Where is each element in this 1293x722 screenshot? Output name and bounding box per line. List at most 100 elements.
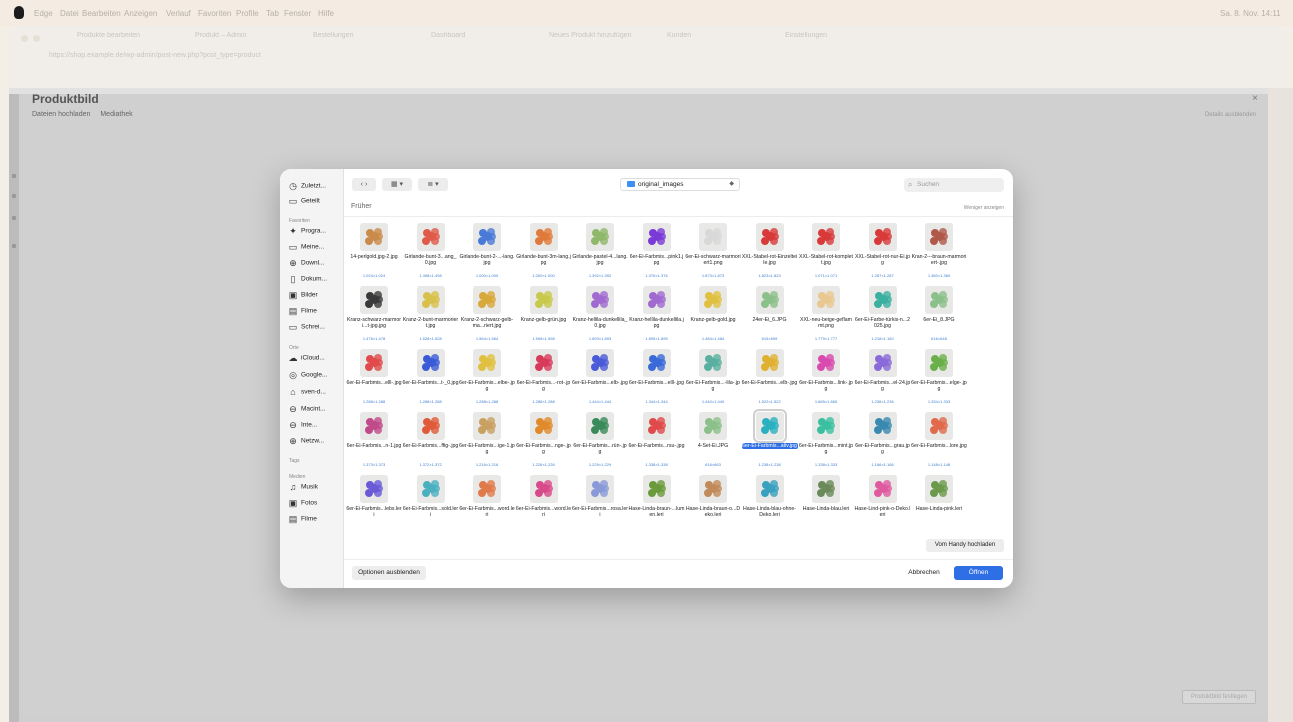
file-item[interactable]: 14-perlgold.jpg-2.jpg 1.024×1.024 xyxy=(346,221,402,285)
file-item[interactable]: Girlande-bunt-2-...-lang.jpg 1.000×1.000 xyxy=(459,221,515,285)
sidebar-item-internal[interactable]: ⊖ Inte... xyxy=(288,420,342,434)
browser-tab[interactable]: Neues Produkt hinzufügen xyxy=(541,32,659,39)
sidebar-item-films[interactable]: ▤ Filme xyxy=(288,514,342,528)
sidebar-item-documents[interactable]: ▯ Dokum... xyxy=(288,274,342,288)
file-item[interactable]: 4-Set-Ei.JPG 616×663 xyxy=(685,410,741,474)
sidebar-item-home[interactable]: ⌂ sven-d... xyxy=(288,387,342,401)
file-item[interactable]: Kranz-gelb-gold.jpg 1.484×1.484 xyxy=(685,284,741,348)
details-toggle-link[interactable]: Details ausblenden xyxy=(1205,112,1256,118)
apple-icon[interactable] xyxy=(14,6,24,19)
upload-from-phone-button[interactable]: Vom Handy hochladen xyxy=(926,539,1004,552)
file-item[interactable]: Hase-Linda-pink.leri xyxy=(911,473,967,537)
sidebar-item-icloud[interactable]: ☁ iCloud... xyxy=(288,353,342,367)
set-image-button[interactable]: Produktbild festlegen xyxy=(1182,690,1256,704)
file-item[interactable]: 6er-Ei-Farbmis...ativ.jpg 1.238×1.238 xyxy=(741,409,798,474)
file-item[interactable]: 6er-Ei-Farbmis...nge-.jpg 1.226×1.226 xyxy=(516,410,572,474)
file-item[interactable]: 6er-Ei-Farbmis...ige-1.jpg 1.216×1.216 xyxy=(459,410,515,474)
sidebar-item-network[interactable]: ⊕ Netzw... xyxy=(288,436,342,450)
sidebar-item-desktop[interactable]: ▭ Schrei... xyxy=(288,322,342,336)
file-item[interactable]: 24er-Ei_6.JPG 615×659 xyxy=(742,284,798,348)
sidebar-item-macintosh[interactable]: ⊖ Macint... xyxy=(288,404,342,418)
admin-menu-icon[interactable] xyxy=(12,194,16,198)
folder-path-select[interactable]: original_images ◆ xyxy=(620,178,740,191)
chevron-left-icon[interactable]: ‹ xyxy=(361,181,363,188)
file-item[interactable]: 6er-Ei-Farbmis...t-_0.jpg 1.288×1.288 xyxy=(403,347,459,411)
file-item[interactable]: 6er-Ei-Farbmis...link-.jpg 1.665×1.665 xyxy=(798,347,854,411)
file-item[interactable]: 6er-Ei_8.JPG 616×648 xyxy=(911,284,967,348)
sidebar-item-programs[interactable]: ✦ Progra... xyxy=(288,226,342,240)
file-item[interactable]: Kranz-gelb-grün.jpg 1.598×1.598 xyxy=(516,284,572,348)
file-item[interactable]: 6er-Ei-Farbmis...pink1.jpg 1.376×1.376 xyxy=(629,221,685,285)
file-item[interactable]: 6er-Ei-Farbmis...rsu-.jpg 1.338×1.338 xyxy=(629,410,685,474)
file-item[interactable]: Kranz-hellila-dunkellila.jpg 1.895×1.895 xyxy=(629,284,685,348)
browser-tab[interactable]: Einstellungen xyxy=(777,32,895,39)
file-item[interactable]: 6er-Ei-Farbmis...sold.leri xyxy=(403,473,459,537)
file-item[interactable]: Hase-Linda-blau-ohne-Deko.leri xyxy=(742,473,798,537)
browser-tab[interactable]: Bestellungen xyxy=(305,32,423,39)
group-button[interactable]: ≣ ▾ xyxy=(418,178,448,191)
file-item[interactable]: 6er-Ei-Farbmis...rün-.jpg 1.229×1.229 xyxy=(572,410,628,474)
admin-menu-icon[interactable] xyxy=(12,244,16,248)
file-item[interactable]: Kranz-hellila-dunkellila_0.jpg 1.893×1.89… xyxy=(572,284,628,348)
sidebar-item-google-drive[interactable]: ◎ Google... xyxy=(288,370,342,384)
browser-tab[interactable]: Produkt – Admin xyxy=(187,32,305,39)
file-item[interactable]: 6er-Ei-Farbmis...-lila-.jpg 1.440×1.440 xyxy=(685,347,741,411)
file-item[interactable]: Kranz-2-schwarz-gelb-ma...riert.jpg 1.564… xyxy=(459,284,515,348)
tab-upload[interactable]: Dateien hochladen xyxy=(32,111,90,118)
admin-menu-icon[interactable] xyxy=(12,216,16,220)
file-item[interactable]: 6er-Ei-Farbmis...elbe-.jpg 1.288×1.288 xyxy=(459,347,515,411)
file-item[interactable]: 6er-Ei-Farbmis...lore.jpg 1.148×1.148 xyxy=(911,410,967,474)
file-item[interactable]: 6er-Ei-Farbmis...grau.jpg 1.166×1.166 xyxy=(855,410,911,474)
file-item[interactable]: Hase-Linda-braun-...lumen.leri xyxy=(629,473,685,537)
file-item[interactable]: Girlande-bunt-3...ang_0.jpg 1.498×1.498 xyxy=(403,221,459,285)
cancel-button[interactable]: Abbrechen xyxy=(899,566,949,580)
file-item[interactable]: 6er-Ei-Farbmis...elb-.jpg 1.522×1.522 xyxy=(742,347,798,411)
file-item[interactable]: 6er-Ei-Farbmis...elll-.jpg 1.344×1.344 xyxy=(629,347,685,411)
hide-options-button[interactable]: Optionen ausblenden xyxy=(352,566,426,580)
search-input[interactable]: Suchen xyxy=(904,178,1004,192)
file-item[interactable]: Girlande-bunt-3m-lang.jpg 1.000×1.000 xyxy=(516,221,572,285)
open-button[interactable]: Öffnen xyxy=(954,566,1003,580)
address-bar[interactable]: https://shop.example.de/wp-admin/post-ne… xyxy=(49,52,449,62)
file-item[interactable]: 6er-Ei-Farbmis...mint.jpg 1.338×1.333 xyxy=(798,410,854,474)
file-item[interactable]: 6er-Ei-Farbmis...word.leri xyxy=(459,473,515,537)
chevron-right-icon[interactable]: › xyxy=(365,181,367,188)
sidebar-item-movies[interactable]: ▤ Filme xyxy=(288,306,342,320)
menu-item-window[interactable]: Fenster xyxy=(284,9,311,18)
file-item[interactable]: Kran-2---braun-marmoriert-.jpg 1.360×1.36… xyxy=(911,221,967,285)
sidebar-item-my-folder[interactable]: ▭ Meine... xyxy=(288,242,342,256)
window-close-icon[interactable] xyxy=(21,35,28,42)
menu-item-history[interactable]: Verlauf xyxy=(166,9,191,18)
back-forward-buttons[interactable]: ‹ › xyxy=(352,178,376,191)
browser-tab[interactable]: Dashboard xyxy=(423,32,541,39)
window-minimize-icon[interactable] xyxy=(33,35,40,42)
file-item[interactable]: 6er-Ei-Farbmis...-rot-.jpg 1.288×1.288 xyxy=(516,347,572,411)
file-item[interactable]: Hase-Linda-blau.leri xyxy=(798,473,854,537)
file-item[interactable]: XXL-Stabel-rot-komplett.jpg 1.071×1.071 xyxy=(798,221,854,285)
sidebar-item-music[interactable]: ♫ Musik xyxy=(288,482,342,496)
file-item[interactable]: XXL-Stabel-rot-Einzelteile.jpg 1.823×1.82… xyxy=(742,221,798,285)
file-item[interactable]: 6er-Ei-Farbe-türkis-n...2025.jpg 1.218×1.… xyxy=(855,284,911,348)
close-icon[interactable]: × xyxy=(1252,93,1258,104)
file-item[interactable]: 6er-Ei-Farbmis...el-24.jpg 1.236×1.236 xyxy=(855,347,911,411)
file-item[interactable]: 6er-Ei-Farbmis...rosa.leri xyxy=(572,473,628,537)
file-item[interactable]: 6er-Ei-schwarz-marmoriert1.png 1.873×1.87… xyxy=(685,221,741,285)
file-item[interactable]: 6er-Ei-Farbmis...elb-.jpg 1.444×1.444 xyxy=(572,347,628,411)
menu-item-file[interactable]: Datei xyxy=(60,9,79,18)
menu-item-profiles[interactable]: Profile xyxy=(236,9,259,18)
file-item[interactable]: 6er-Ei-Farbmis...lebs.leri xyxy=(346,473,402,537)
show-less-link[interactable]: Weniger anzeigen xyxy=(964,205,1004,211)
file-item[interactable]: Girlande-pastel-4...lang.jpg 1.392×1.392 xyxy=(572,221,628,285)
file-item[interactable]: Hase-Lind-pink-o-Deko.leri xyxy=(855,473,911,537)
menu-item-favorites[interactable]: Favoriten xyxy=(198,9,231,18)
admin-menu-icon[interactable] xyxy=(12,174,16,178)
menu-item-help[interactable]: Hilfe xyxy=(318,9,334,18)
sidebar-item-downloads[interactable]: ⊕ Downl... xyxy=(288,258,342,272)
browser-tab[interactable]: Kunden xyxy=(659,32,777,39)
file-item[interactable]: 6er-Ei-Farbmis...elll-.jpg 1.288×1.288 xyxy=(346,347,402,411)
file-item[interactable]: XXL-neu-beige-geflammt.png 1.779×1.777 xyxy=(798,284,854,348)
file-item[interactable]: Kranz-schwarz-marmori...t-jpg.jpg 1.478×1… xyxy=(346,284,402,348)
menu-item-edit[interactable]: Bearbeiten xyxy=(82,9,121,18)
menu-item-view[interactable]: Anzeigen xyxy=(124,9,157,18)
file-item[interactable]: XXL-Stabel-rot-nur-Ei.jpg 1.287×1.287 xyxy=(855,221,911,285)
